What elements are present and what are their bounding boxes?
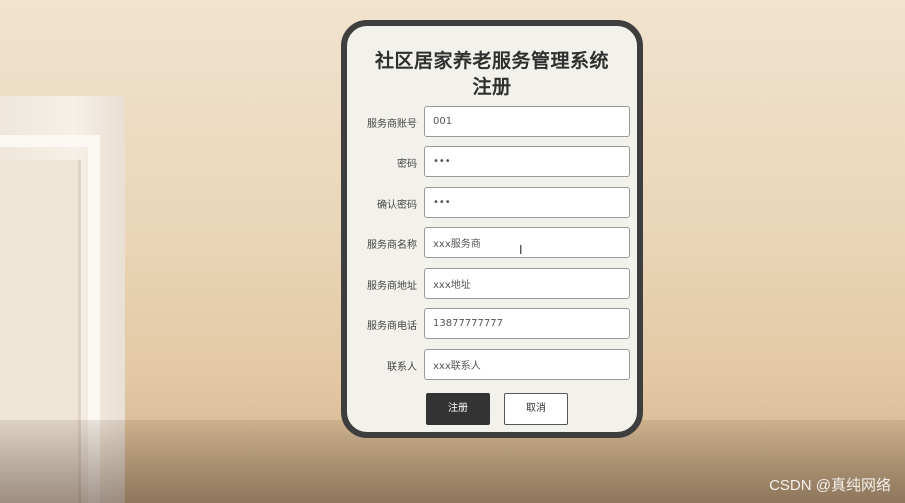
page-title: 社区居家养老服务管理系统注册 — [374, 50, 609, 98]
field-account-label: 服务商账号 — [367, 119, 417, 130]
field-provider-name-label: 服务商名称 — [367, 240, 417, 251]
field-password-label: 密码 — [397, 159, 417, 170]
provider-phone-input[interactable] — [424, 308, 630, 339]
text-cursor-icon: I — [519, 243, 523, 257]
field-confirm-password-label: 确认密码 — [377, 200, 417, 211]
field-provider-phone-label: 服务商电话 — [367, 321, 417, 332]
field-contact-label: 联系人 — [387, 362, 417, 373]
field-provider-phone: 服务商电话 — [347, 308, 637, 340]
cancel-button[interactable]: 取消 — [504, 393, 568, 425]
field-confirm-password: 确认密码 — [347, 187, 637, 219]
register-card: 社区居家养老服务管理系统注册 服务商账号 密码 确认密码 服务商名称 服务商地址… — [341, 20, 643, 438]
confirm-password-input[interactable] — [424, 187, 630, 218]
field-contact: 联系人 — [347, 349, 637, 381]
field-provider-address: 服务商地址 — [347, 268, 637, 300]
provider-name-input[interactable] — [424, 227, 630, 258]
register-button[interactable]: 注册 — [426, 393, 490, 425]
field-provider-name: 服务商名称 — [347, 227, 637, 259]
field-provider-address-label: 服务商地址 — [367, 281, 417, 292]
account-input[interactable] — [424, 106, 630, 137]
field-password: 密码 — [347, 146, 637, 178]
password-input[interactable] — [424, 146, 630, 177]
contact-input[interactable] — [424, 349, 630, 380]
watermark: CSDN @真纯网络 — [769, 477, 891, 494]
field-account: 服务商账号 — [347, 106, 637, 138]
provider-address-input[interactable] — [424, 268, 630, 299]
